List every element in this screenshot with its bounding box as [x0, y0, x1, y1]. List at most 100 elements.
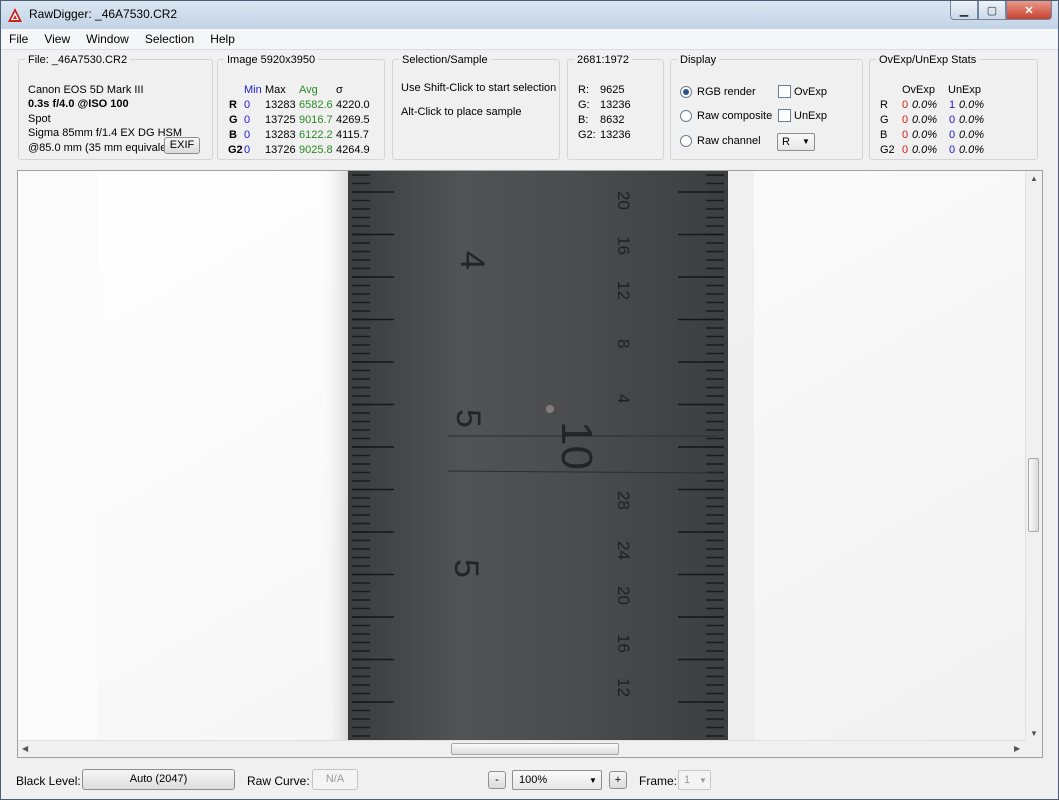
- ovexp-checkbox[interactable]: [778, 85, 791, 98]
- rgb-render-label[interactable]: RGB render: [697, 86, 756, 98]
- zoom-out-button[interactable]: -: [488, 771, 506, 789]
- exp-channel-g: G: [880, 114, 889, 126]
- raw-channel-select[interactable]: R ▼: [777, 133, 815, 151]
- un-pct-b: 0.0%: [959, 129, 985, 141]
- vertical-scroll-thumb[interactable]: [1028, 458, 1039, 532]
- exposure-stats-panel: OvExp/UnExp Stats OvExp UnExp R 0 0.0% 1…: [869, 54, 1038, 160]
- sample-label-g2: G2:: [578, 129, 596, 141]
- menu-file[interactable]: File: [1, 29, 36, 49]
- unexp-checkbox[interactable]: [778, 109, 791, 122]
- metering-mode: Spot: [28, 113, 51, 125]
- stat-channel-b: B: [229, 129, 237, 141]
- sample-value-g2: 13236: [600, 129, 631, 141]
- ruler-digit-mid-10: 10: [552, 421, 601, 470]
- ovexp-header: OvExp: [902, 84, 936, 96]
- info-panels: File: _46A7530.CR2 Canon EOS 5D Mark III…: [1, 49, 1058, 167]
- avg-header: Avg: [299, 84, 318, 96]
- window-controls: ▁ ▢ ✕: [950, 1, 1052, 21]
- app-window: RawDigger: _46A7530.CR2 ▁ ▢ ✕ File View …: [0, 0, 1059, 800]
- dropdown-arrow-icon: ▼: [589, 776, 597, 785]
- file-panel: File: _46A7530.CR2 Canon EOS 5D Mark III…: [18, 54, 213, 160]
- scroll-up-icon[interactable]: ▲: [1030, 174, 1038, 183]
- minimize-button[interactable]: ▁: [950, 1, 978, 20]
- stat-min-g2: 0: [244, 144, 251, 156]
- ruler-scale-24: 24: [614, 541, 633, 560]
- raw-composite-label[interactable]: Raw composite: [697, 110, 772, 122]
- unexp-header: UnExp: [948, 84, 982, 96]
- black-level-button[interactable]: Auto (2047): [82, 769, 235, 790]
- stat-min-g: 0: [244, 114, 251, 126]
- scroll-right-icon[interactable]: ▶: [1014, 744, 1020, 753]
- ov-count-g2: 0: [902, 144, 909, 156]
- black-level-label: Black Level:: [16, 774, 81, 788]
- dropdown-arrow-icon: ▼: [802, 137, 810, 146]
- raw-channel-radio[interactable]: [680, 135, 692, 147]
- stat-min-b: 0: [244, 129, 251, 141]
- stat-sigma-r: 4220.0: [336, 99, 370, 111]
- stat-sigma-b: 4115.7: [336, 129, 369, 141]
- stat-sigma-g2: 4264.9: [336, 144, 370, 156]
- display-panel: Display RGB render Raw composite Raw cha…: [670, 54, 863, 160]
- horizontal-scroll-thumb[interactable]: [451, 743, 619, 755]
- raw-channel-value: R: [782, 136, 790, 148]
- vertical-scrollbar[interactable]: ▲ ▼: [1025, 171, 1042, 741]
- raw-channel-label[interactable]: Raw channel: [697, 135, 761, 147]
- scroll-left-icon[interactable]: ◀: [22, 744, 28, 753]
- close-icon: ✕: [1024, 4, 1034, 17]
- image-viewer[interactable]: 4 5 10 5 20 16 12 8 4 28 24 20 16 12 ▲ ▼…: [17, 170, 1043, 758]
- stat-sigma-g: 4269.5: [336, 114, 370, 126]
- stat-max-b: 13283: [265, 129, 296, 141]
- raw-curve-button[interactable]: N/A: [312, 769, 358, 790]
- unexp-label[interactable]: UnExp: [794, 110, 827, 122]
- sample-value-r: 9625: [600, 84, 625, 96]
- stat-max-g2: 13726: [265, 144, 296, 156]
- ruler-digit-mid-5: 5: [449, 409, 487, 428]
- menu-view[interactable]: View: [36, 29, 78, 49]
- maximize-button[interactable]: ▢: [978, 1, 1006, 20]
- lens-info: Sigma 85mm f/1.4 EX DG HSM: [28, 127, 183, 139]
- ruler-scale-28: 28: [614, 491, 633, 510]
- rgb-render-radio[interactable]: [680, 86, 692, 98]
- menu-window[interactable]: Window: [78, 29, 137, 49]
- sample-value-b: 8632: [600, 114, 625, 126]
- scroll-down-icon[interactable]: ▼: [1030, 729, 1038, 738]
- sample-values-panel: 2681:1972 R: 9625 G: 13236 B: 8632 G2: 1…: [567, 54, 664, 160]
- stat-channel-g2: G2: [228, 144, 243, 156]
- ruler-scale-16: 16: [614, 236, 633, 255]
- un-count-g: 0: [949, 114, 956, 126]
- frame-select[interactable]: 1 ▼: [678, 770, 711, 790]
- image-panel-title: Image 5920x3950: [224, 54, 319, 66]
- zoom-select[interactable]: 100% ▼: [512, 770, 602, 790]
- app-logo-icon: [8, 8, 22, 22]
- ruler-scale-20: 20: [614, 191, 633, 210]
- sample-value-g: 13236: [600, 99, 631, 111]
- ruler-scale-16b: 16: [614, 634, 633, 653]
- ruler-scale-8: 8: [614, 339, 633, 348]
- menu-bar: File View Window Selection Help: [1, 29, 1058, 50]
- ov-count-r: 0: [902, 99, 909, 111]
- raw-composite-radio[interactable]: [680, 110, 692, 122]
- frame-label: Frame:: [639, 774, 678, 788]
- horizontal-scrollbar[interactable]: ◀ ▶: [18, 740, 1026, 757]
- stat-max-r: 13283: [265, 99, 296, 111]
- zoom-in-button[interactable]: +: [609, 771, 627, 789]
- menu-help[interactable]: Help: [202, 29, 243, 49]
- title-bar[interactable]: RawDigger: _46A7530.CR2 ▁ ▢ ✕: [1, 1, 1058, 30]
- ruler-scale-12b: 12: [614, 678, 633, 697]
- dropdown-arrow-icon: ▼: [699, 776, 707, 785]
- stat-channel-r: R: [229, 99, 237, 111]
- raw-image-canvas[interactable]: 4 5 10 5 20 16 12 8 4 28 24 20 16 12: [18, 171, 1026, 741]
- exposure-stats-title: OvExp/UnExp Stats: [876, 54, 980, 66]
- ov-pct-b: 0.0%: [912, 129, 938, 141]
- un-pct-g2: 0.0%: [959, 144, 985, 156]
- exif-button[interactable]: EXIF: [164, 137, 200, 154]
- selection-panel: Selection/Sample Use Shift-Click to star…: [392, 54, 560, 160]
- frame-value: 1: [684, 774, 691, 786]
- selection-panel-title: Selection/Sample: [399, 54, 491, 66]
- sample-coords: 2681:1972: [574, 54, 632, 66]
- ovexp-label[interactable]: OvExp: [794, 86, 827, 98]
- stat-channel-g: G: [229, 114, 238, 126]
- close-button[interactable]: ✕: [1006, 1, 1052, 20]
- sample-hint: Alt-Click to place sample: [401, 106, 522, 118]
- menu-selection[interactable]: Selection: [137, 29, 202, 49]
